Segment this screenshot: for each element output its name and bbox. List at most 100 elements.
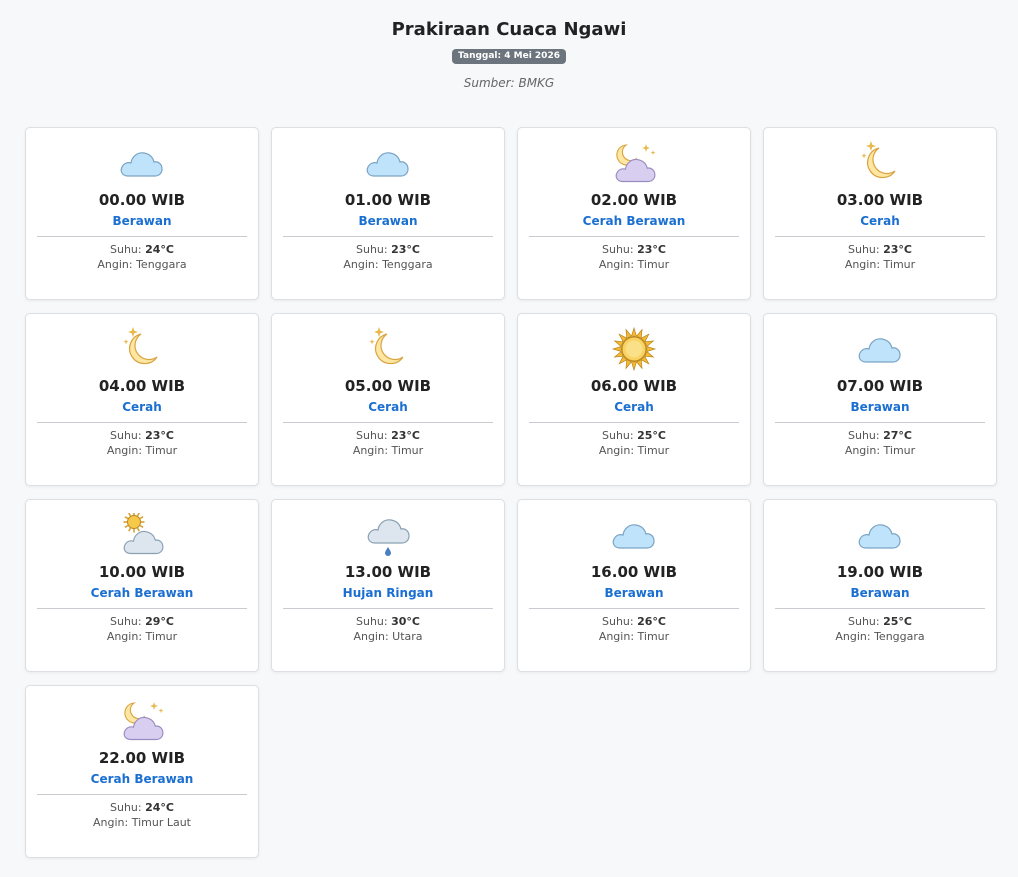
temperature-row: Suhu: 23°C <box>272 243 504 257</box>
wind-label: Angin: <box>106 444 143 457</box>
forecast-time: 03.00 WIB <box>836 191 924 209</box>
wind-row: Angin: Timur <box>518 258 750 272</box>
forecast-description: Berawan <box>850 400 910 414</box>
cloud-icon <box>272 141 504 185</box>
forecast-description: Cerah Berawan <box>90 772 194 786</box>
wind-value: Utara <box>392 630 423 643</box>
forecast-card: 07.00 WIB Berawan Suhu: 27°C Angin: Timu… <box>763 313 997 486</box>
wind-label: Angin: <box>598 630 635 643</box>
sun-icon <box>518 327 750 371</box>
wind-value: Tenggara <box>382 258 433 271</box>
forecast-description: Berawan <box>604 586 664 600</box>
temperature-row: Suhu: 29°C <box>26 615 258 629</box>
wind-label: Angin: <box>844 444 881 457</box>
wind-row: Angin: Timur <box>272 444 504 458</box>
forecast-card: 02.00 WIB Cerah Berawan Suhu: 23°C Angin… <box>517 127 751 300</box>
cloud-icon <box>26 141 258 185</box>
temperature-value: 23°C <box>145 429 174 442</box>
temperature-label: Suhu: <box>110 429 142 442</box>
temperature-label: Suhu: <box>602 243 634 256</box>
forecast-description: Berawan <box>358 214 418 228</box>
forecast-time: 07.00 WIB <box>836 377 924 395</box>
temperature-label: Suhu: <box>602 429 634 442</box>
forecast-time: 02.00 WIB <box>590 191 678 209</box>
page-header: Prakiraan Cuaca Ngawi Tanggal: 4 Mei 202… <box>0 0 1018 90</box>
temperature-label: Suhu: <box>356 429 388 442</box>
forecast-card: 13.00 WIB Hujan Ringan Suhu: 30°C Angin:… <box>271 499 505 672</box>
temperature-value: 27°C <box>883 429 912 442</box>
date-badge: Tanggal: 4 Mei 2026 <box>452 49 566 64</box>
temperature-row: Suhu: 24°C <box>26 801 258 815</box>
forecast-time: 05.00 WIB <box>344 377 432 395</box>
wind-value: Timur <box>637 258 670 271</box>
temperature-value: 26°C <box>637 615 666 628</box>
wind-value: Tenggara <box>136 258 187 271</box>
cloud-icon <box>518 513 750 557</box>
divider <box>529 236 739 237</box>
temperature-value: 30°C <box>391 615 420 628</box>
temperature-value: 25°C <box>637 429 666 442</box>
source-text: Sumber: BMKG <box>463 76 555 90</box>
moon-icon <box>272 327 504 371</box>
wind-label: Angin: <box>352 444 389 457</box>
moon-cloud-icon <box>518 141 750 185</box>
forecast-description: Cerah Berawan <box>90 586 194 600</box>
forecast-description: Cerah <box>122 400 162 414</box>
wind-value: Timur <box>883 444 916 457</box>
forecast-description: Cerah Berawan <box>582 214 686 228</box>
wind-value: Timur <box>391 444 424 457</box>
divider <box>529 422 739 423</box>
temperature-label: Suhu: <box>848 615 880 628</box>
forecast-time: 19.00 WIB <box>836 563 924 581</box>
forecast-description: Berawan <box>112 214 172 228</box>
wind-row: Angin: Timur <box>26 444 258 458</box>
forecast-card: 22.00 WIB Cerah Berawan Suhu: 24°C Angin… <box>25 685 259 858</box>
cloud-icon <box>764 327 996 371</box>
wind-value: Timur <box>883 258 916 271</box>
forecast-card: 01.00 WIB Berawan Suhu: 23°C Angin: Teng… <box>271 127 505 300</box>
temperature-row: Suhu: 25°C <box>764 615 996 629</box>
divider <box>529 608 739 609</box>
temperature-value: 24°C <box>145 801 174 814</box>
forecast-description: Cerah <box>368 400 408 414</box>
moon-cloud-icon <box>26 699 258 743</box>
temperature-row: Suhu: 24°C <box>26 243 258 257</box>
wind-label: Angin: <box>343 258 379 271</box>
wind-label: Angin: <box>92 816 129 829</box>
temperature-label: Suhu: <box>602 615 634 628</box>
temperature-label: Suhu: <box>848 243 880 256</box>
wind-row: Angin: Tenggara <box>272 258 504 272</box>
wind-row: Angin: Timur <box>518 630 750 644</box>
temperature-row: Suhu: 25°C <box>518 429 750 443</box>
forecast-card: 03.00 WIB Cerah Suhu: 23°C Angin: Timur <box>763 127 997 300</box>
temperature-value: 23°C <box>391 429 420 442</box>
forecast-time: 22.00 WIB <box>98 749 186 767</box>
temperature-row: Suhu: 23°C <box>764 243 996 257</box>
moon-icon <box>764 141 996 185</box>
wind-value: Timur <box>145 444 178 457</box>
divider <box>37 794 247 795</box>
forecast-description: Cerah <box>614 400 654 414</box>
temperature-row: Suhu: 23°C <box>26 429 258 443</box>
temperature-label: Suhu: <box>848 429 880 442</box>
temperature-label: Suhu: <box>110 801 142 814</box>
divider <box>775 608 985 609</box>
forecast-time: 16.00 WIB <box>590 563 678 581</box>
forecast-time: 13.00 WIB <box>344 563 432 581</box>
rain-cloud-icon <box>272 513 504 557</box>
forecast-time: 01.00 WIB <box>344 191 432 209</box>
forecast-card: 06.00 WIB Cerah Suhu: 25°C Angin: Timur <box>517 313 751 486</box>
divider <box>775 422 985 423</box>
temperature-label: Suhu: <box>356 243 388 256</box>
temperature-value: 23°C <box>883 243 912 256</box>
divider <box>37 236 247 237</box>
forecast-card: 05.00 WIB Cerah Suhu: 23°C Angin: Timur <box>271 313 505 486</box>
wind-row: Angin: Tenggara <box>26 258 258 272</box>
forecast-card: 16.00 WIB Berawan Suhu: 26°C Angin: Timu… <box>517 499 751 672</box>
forecast-time: 06.00 WIB <box>590 377 678 395</box>
temperature-row: Suhu: 30°C <box>272 615 504 629</box>
temperature-value: 24°C <box>145 243 174 256</box>
wind-label: Angin: <box>106 630 143 643</box>
moon-icon <box>26 327 258 371</box>
forecast-card: 10.00 WIB Cerah Berawan Suhu: 29°C Angin… <box>25 499 259 672</box>
